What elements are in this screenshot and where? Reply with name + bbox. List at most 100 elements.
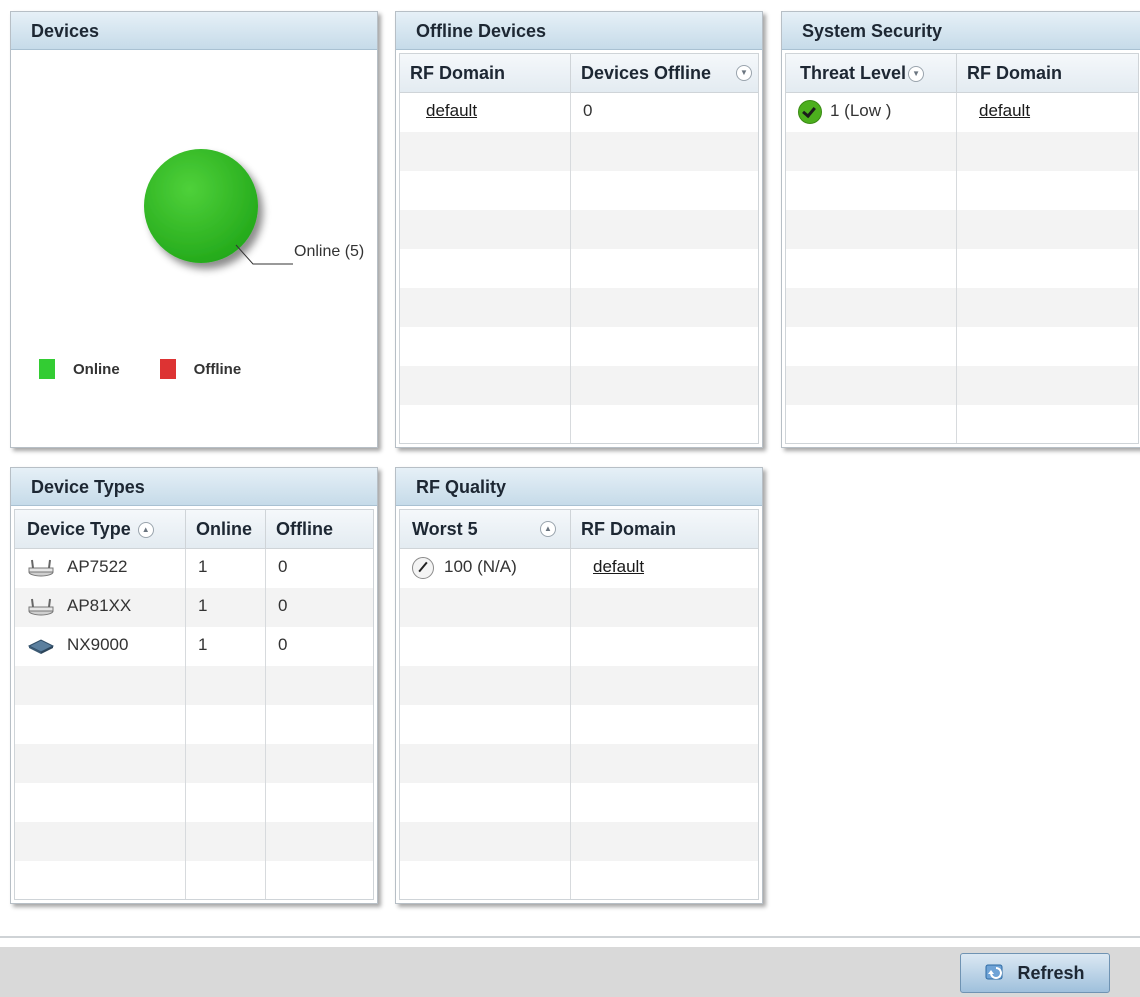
offline-devices-panel-title: Offline Devices — [396, 12, 762, 50]
cell-rf-domain: default — [400, 93, 571, 132]
column-header-worst-5[interactable]: Worst 5 ▲ — [400, 510, 571, 548]
column-header-label: Online — [196, 519, 253, 539]
column-header-label: Device Type — [27, 519, 131, 539]
device-type-name: AP81XX — [67, 596, 132, 615]
rf-domain-link[interactable]: default — [593, 557, 644, 576]
grid-header: Device Type ▲ Online Offline — [15, 510, 373, 549]
table-row — [786, 210, 1138, 249]
table-row — [400, 171, 758, 210]
table-row — [400, 666, 758, 705]
table-row — [15, 822, 373, 861]
legend-item-online: Online — [39, 359, 120, 379]
check-icon — [798, 99, 822, 124]
table-row — [400, 405, 758, 443]
table-row — [400, 249, 758, 288]
sort-up-icon[interactable]: ▲ — [540, 521, 556, 537]
table-row: NX9000 1 0 — [15, 627, 373, 666]
legend-label-online: Online — [73, 360, 120, 378]
table-row — [400, 861, 758, 899]
rf-quality-grid: Worst 5 ▲ RF Domain 100 (N/A) default — [399, 509, 759, 900]
column-header-offline[interactable]: Offline — [266, 510, 373, 548]
table-row — [786, 288, 1138, 327]
device-type-name: AP7522 — [67, 557, 128, 576]
devices-legend: Online Offline — [39, 359, 241, 379]
column-header-label: Offline — [276, 519, 333, 539]
table-row — [786, 327, 1138, 366]
legend-swatch-offline — [159, 359, 176, 379]
sort-down-icon[interactable]: ▼ — [736, 65, 752, 81]
column-header-label: RF Domain — [967, 63, 1063, 83]
device-types-panel: Device Types Device Type ▲ Online Offlin… — [10, 467, 378, 904]
table-row: AP81XX 1 0 — [15, 588, 373, 627]
table-row — [400, 366, 758, 405]
cell-device-type: NX9000 — [15, 627, 186, 666]
cell-device-type: AP7522 — [15, 549, 186, 588]
rf-domain-link[interactable]: default — [426, 101, 477, 120]
column-header-rf-domain[interactable]: RF Domain — [571, 510, 758, 548]
table-row — [400, 705, 758, 744]
table-row — [15, 705, 373, 744]
devices-panel-title: Devices — [11, 12, 377, 50]
table-row — [786, 366, 1138, 405]
cell-offline: 0 — [278, 635, 288, 654]
threat-level-value: 1 (Low ) — [830, 101, 892, 120]
system-security-panel-title: System Security — [782, 12, 1140, 50]
column-header-device-type[interactable]: Device Type ▲ — [15, 510, 186, 548]
rf-quality-panel: RF Quality Worst 5 ▲ RF Domain 100 (N/A) … — [395, 467, 763, 904]
cell-rf-domain: default — [571, 549, 758, 588]
cell-threat-level: 1 (Low ) — [786, 93, 957, 132]
table-row — [400, 132, 758, 171]
table-row — [786, 171, 1138, 210]
cell-rf-domain: default — [957, 93, 1138, 132]
rf-quality-value: 100 (N/A) — [444, 557, 517, 576]
column-header-devices-offline[interactable]: Devices Offline ▼ — [571, 54, 758, 92]
grid-rows: 100 (N/A) default — [400, 549, 758, 899]
column-header-online[interactable]: Online — [186, 510, 266, 548]
refresh-button-label: Refresh — [1017, 962, 1085, 983]
device-types-grid: Device Type ▲ Online Offline AP7522 1 0 … — [14, 509, 374, 900]
pie-label-online: Online (5) — [294, 243, 365, 260]
table-row — [15, 666, 373, 705]
pie-label-leader — [235, 244, 293, 265]
rf-domain-link[interactable]: default — [979, 101, 1030, 120]
gauge-icon — [412, 556, 434, 579]
table-row — [786, 132, 1138, 171]
device-type-name: NX9000 — [67, 635, 129, 654]
cell-devices-offline: 0 — [583, 101, 593, 120]
grid-header: Worst 5 ▲ RF Domain — [400, 510, 758, 549]
devices-panel: Devices Online (5) Online Offline — [10, 11, 378, 448]
grid-rows: 1 (Low ) default — [786, 93, 1138, 443]
table-row: default 0 — [400, 93, 758, 132]
cell-online: 1 — [186, 627, 266, 666]
offline-devices-panel: Offline Devices RF Domain Devices Offlin… — [395, 11, 763, 448]
table-row — [786, 405, 1138, 443]
rf-quality-panel-title: RF Quality — [396, 468, 762, 506]
cell-worst-5: 100 (N/A) — [400, 549, 571, 588]
table-row — [15, 744, 373, 783]
controller-icon — [27, 638, 55, 654]
table-row: AP7522 1 0 — [15, 549, 373, 588]
cell-device-type: AP81XX — [15, 588, 186, 627]
offline-devices-grid: RF Domain Devices Offline ▼ default 0 — [399, 53, 759, 444]
table-row — [400, 210, 758, 249]
column-header-threat-level[interactable]: Threat Level ▼ — [786, 54, 957, 92]
device-types-panel-title: Device Types — [11, 468, 377, 506]
column-header-rf-domain[interactable]: RF Domain — [400, 54, 571, 92]
refresh-button[interactable]: Refresh — [960, 953, 1110, 993]
grid-rows: default 0 — [400, 93, 758, 443]
sort-down-icon[interactable]: ▼ — [908, 66, 925, 83]
column-header-rf-domain[interactable]: RF Domain — [957, 54, 1138, 92]
refresh-icon — [985, 964, 1003, 980]
table-row — [400, 327, 758, 366]
access-point-icon — [28, 559, 54, 577]
legend-item-offline: Offline — [159, 359, 241, 379]
legend-swatch-online — [39, 359, 55, 379]
column-header-label: Devices Offline — [581, 63, 712, 83]
column-header-label: RF Domain — [410, 63, 506, 83]
footer-divider — [0, 936, 1140, 938]
table-row — [15, 861, 373, 899]
table-row: 100 (N/A) default — [400, 549, 758, 588]
sort-up-icon[interactable]: ▲ — [137, 522, 154, 539]
grid-rows: AP7522 1 0 AP81XX 1 0 NX9000 1 0 — [15, 549, 373, 899]
table-row — [786, 249, 1138, 288]
